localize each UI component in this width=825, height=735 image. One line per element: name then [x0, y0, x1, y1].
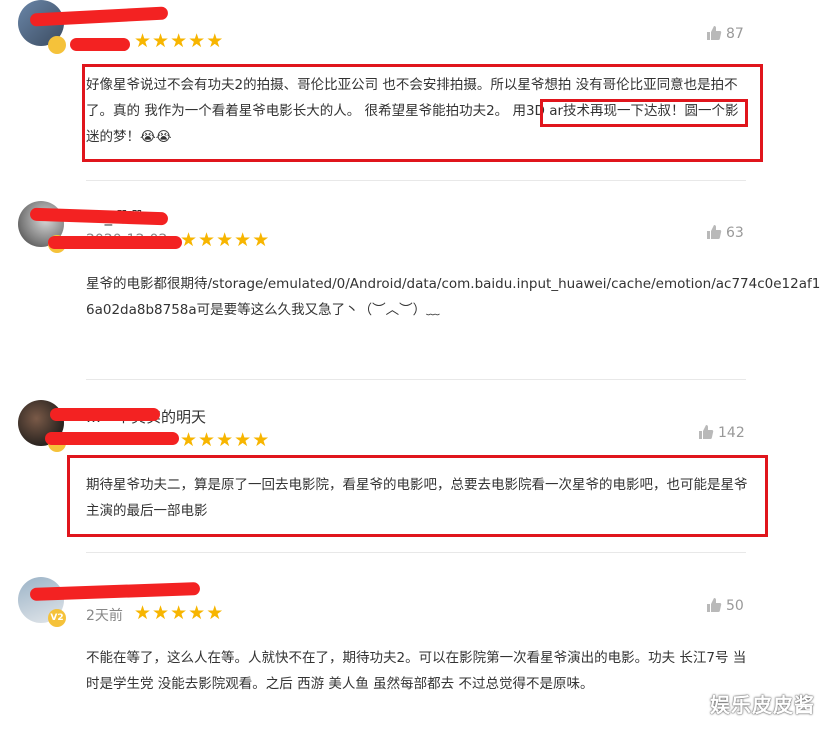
like-button[interactable]: 142	[698, 424, 745, 441]
star-icon: ★	[170, 602, 188, 624]
comment-4: V2 2天前 ★★★★★ 50 不能在等了，这么人在等。人就快不在了，期待功夫2…	[0, 575, 825, 735]
highlight-box	[540, 99, 748, 127]
star-icon: ★	[152, 30, 170, 52]
star-icon: ★	[252, 229, 270, 251]
star-icon: ★	[216, 429, 234, 451]
star-icon: ★	[170, 30, 188, 52]
watermark: 娱乐皮皮酱	[710, 693, 815, 717]
rating-stars: ★★★★★	[134, 32, 224, 51]
like-button[interactable]: 63	[706, 224, 744, 241]
comment-text: 星爷的电影都很期待/storage/emulated/0/Android/dat…	[86, 276, 821, 318]
star-icon: ★	[234, 229, 252, 251]
divider	[86, 379, 746, 380]
thumbs-up-icon	[699, 425, 714, 439]
comment-text: 不能在等了，这么人在等。人就快不在了，期待功夫2。可以在影院第一次看星爷演出的电…	[86, 650, 747, 692]
thumbs-up-icon	[707, 26, 722, 40]
rating-stars: ★★★★★	[180, 431, 270, 450]
redaction-mark	[48, 236, 182, 249]
star-icon: ★	[134, 30, 152, 52]
comment-date: 2天前	[86, 608, 123, 624]
divider	[86, 552, 746, 553]
thumbs-up-icon	[707, 225, 722, 239]
redaction-mark	[70, 38, 130, 51]
like-count: 63	[726, 225, 744, 241]
star-icon: ★	[198, 229, 216, 251]
star-icon: ★	[188, 30, 206, 52]
comment-2: AL_唧唧。 2020-12-02 ★★★★★ 63 星爷的电影都很期待/sto…	[0, 198, 825, 378]
like-count: 87	[726, 26, 744, 42]
redaction-mark	[45, 432, 179, 445]
star-icon: ★	[216, 229, 234, 251]
divider	[86, 180, 746, 181]
comment-3: V3 …一个真实的明天 2019-02-11 ★★★★★ 142 期待星爷功夫二…	[0, 398, 825, 558]
star-icon: ★	[152, 602, 170, 624]
redaction-mark	[50, 408, 160, 421]
rating-stars: ★★★★★	[180, 231, 270, 250]
rating-stars: ★★★★★	[134, 604, 224, 623]
like-count: 142	[718, 425, 745, 441]
star-icon: ★	[234, 429, 252, 451]
like-count: 50	[726, 598, 744, 614]
level-badge: V2	[48, 609, 66, 627]
like-button[interactable]: 50	[706, 597, 744, 614]
star-icon: ★	[134, 602, 152, 624]
star-icon: ★	[180, 229, 198, 251]
star-icon: ★	[198, 429, 216, 451]
highlight-box	[67, 455, 768, 537]
star-icon: ★	[180, 429, 198, 451]
comment-1: ★★★★★ 87 好像星爷说过不会有功夫2的拍摄、哥伦比亚公司 也不会安排拍摄。…	[0, 0, 825, 180]
star-icon: ★	[188, 602, 206, 624]
star-icon: ★	[252, 429, 270, 451]
star-icon: ★	[206, 602, 224, 624]
level-badge	[48, 36, 66, 54]
like-button[interactable]: 87	[706, 25, 744, 42]
thumbs-up-icon	[707, 598, 722, 612]
star-icon: ★	[206, 30, 224, 52]
